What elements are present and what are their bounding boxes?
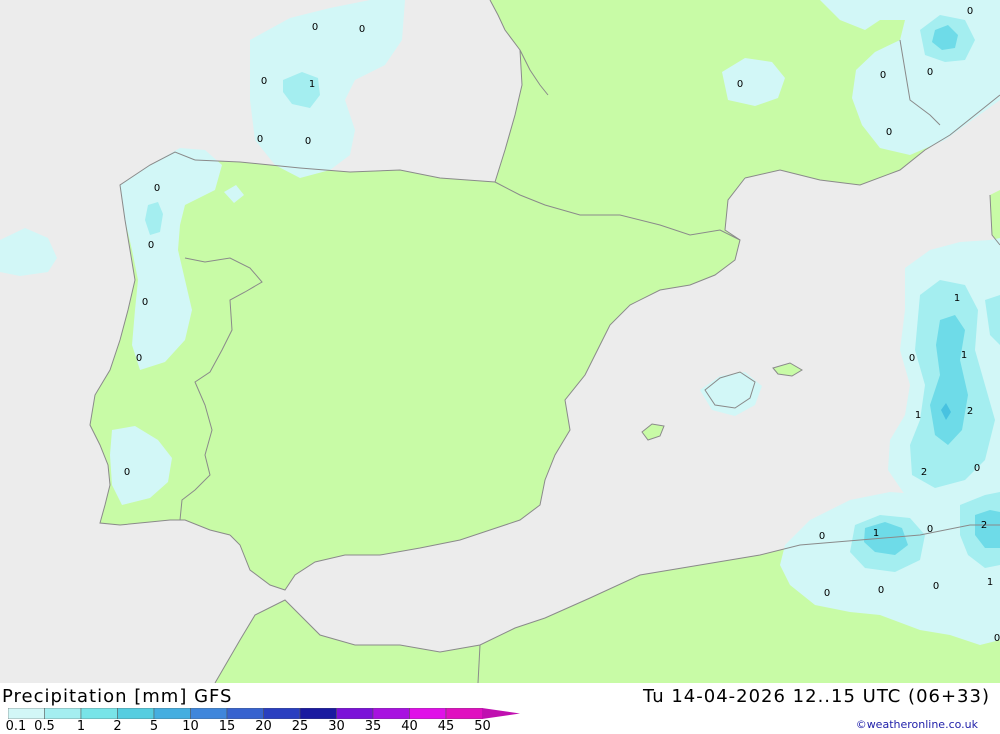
legend-label: 5 [149, 719, 159, 734]
legend-label: 0.5 [34, 719, 55, 734]
credit-text: ©weatheronline.co.uk [855, 718, 978, 731]
legend-swatch [117, 708, 155, 719]
precip-value: 0 [154, 183, 160, 194]
legend-label: 50 [474, 719, 491, 734]
legend-label: 35 [364, 719, 382, 734]
map-footer: Precipitation [mm] GFS Tu 14-04-2026 12.… [0, 683, 1000, 734]
map-canvas: 0 0 0 1 0 0 0 0 0 0 0 0 0 0 0 0 1 1 0 1 … [0, 0, 1000, 683]
precip-value: 0 [909, 353, 915, 364]
legend-label: 10 [182, 719, 199, 734]
legend-label: 25 [291, 719, 309, 734]
map-title: Precipitation [mm] GFS [2, 686, 233, 707]
precip-value: 0 [261, 76, 267, 87]
precip-value: 1 [961, 350, 967, 361]
legend-swatch [299, 708, 337, 719]
legend-color-bar [8, 708, 520, 719]
precip-value: 1 [873, 528, 879, 539]
precip-value: 0 [824, 588, 830, 599]
precip-value: 1 [309, 79, 315, 90]
legend-swatch [445, 708, 483, 719]
legend-swatch [226, 708, 264, 719]
precip-value: 0 [880, 70, 886, 81]
forecast-datetime: Tu 14-04-2026 12..15 UTC (06+33) [642, 686, 990, 707]
legend-swatch [190, 708, 228, 719]
legend-swatch [263, 708, 301, 719]
legend-swatch [80, 708, 118, 719]
precip-value: 2 [981, 520, 987, 531]
precip-value: 0 [974, 463, 980, 474]
legend-label: 0.1 [5, 719, 27, 734]
precip-value: 1 [915, 410, 921, 421]
legend-arrow [482, 708, 520, 719]
legend-swatches [8, 708, 483, 719]
precip-value: 0 [257, 134, 263, 145]
legend-label: 45 [437, 719, 455, 734]
precip-value: 1 [954, 293, 960, 304]
precip-value: 2 [921, 467, 927, 478]
precip-value: 0 [967, 6, 973, 17]
precipitation-map: 0 0 0 1 0 0 0 0 0 0 0 0 0 0 0 0 1 1 0 1 … [0, 0, 1000, 683]
legend-swatch [336, 708, 374, 719]
precip-value: 0 [994, 633, 1000, 644]
precip-value: 0 [359, 24, 365, 35]
precip-value: 0 [933, 581, 939, 592]
legend-swatch [8, 708, 45, 719]
legend-label: 15 [218, 719, 236, 734]
precip-value: 0 [124, 467, 130, 478]
legend-swatch [372, 708, 410, 719]
precip-value: 0 [927, 67, 933, 78]
legend-label: 2 [113, 719, 122, 734]
precip-value: 1 [987, 577, 993, 588]
precip-value: 0 [819, 531, 825, 542]
legend-label: 20 [255, 719, 272, 734]
legend-label: 40 [401, 719, 418, 734]
precip-value: 0 [305, 136, 311, 147]
precip-value: 0 [737, 79, 743, 90]
precip-value: 0 [878, 585, 884, 596]
precip-value: 0 [312, 22, 318, 33]
precip-value: 0 [148, 240, 154, 251]
precip-value: 0 [136, 353, 142, 364]
precip-value: 2 [967, 406, 973, 417]
precip-value: 0 [927, 524, 933, 535]
legend-swatch [153, 708, 191, 719]
precip-value: 0 [886, 127, 892, 138]
precip-value: 0 [142, 297, 148, 308]
legend-label: 30 [328, 719, 345, 734]
legend-swatch [409, 708, 447, 719]
legend-label: 1 [76, 719, 86, 734]
legend-swatch [44, 708, 82, 719]
